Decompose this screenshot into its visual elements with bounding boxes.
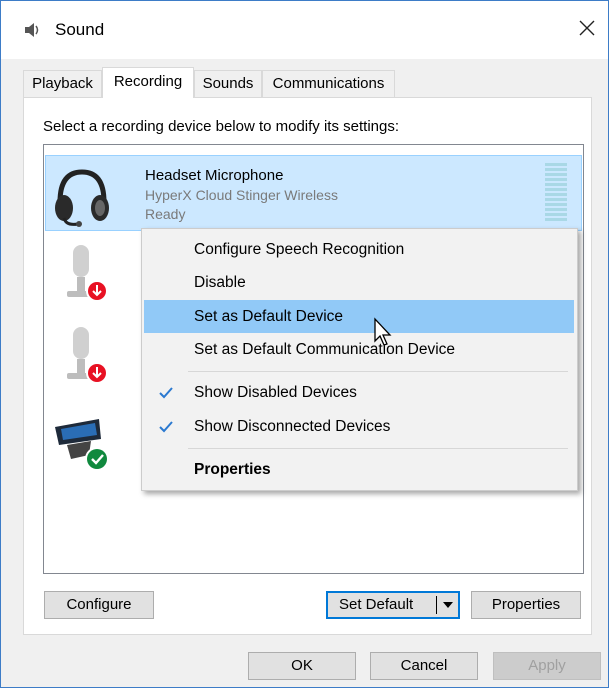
menu-item-label: Show Disabled Devices <box>194 384 357 401</box>
apply-button[interactable]: Apply <box>493 652 601 680</box>
device-name: Headset Microphone <box>145 167 284 184</box>
instruction-text: Select a recording device below to modif… <box>43 118 400 135</box>
device-row-headset[interactable]: Headset Microphone HyperX Cloud Stinger … <box>45 155 582 231</box>
title-bar: Sound <box>1 1 608 59</box>
speaker-icon <box>25 23 39 37</box>
menu-item-set-default-device[interactable]: Set as Default Device <box>144 300 574 333</box>
tab-recording[interactable]: Recording <box>102 67 194 98</box>
headset-icon <box>55 169 109 227</box>
sound-dialog: Sound Playback Recording Sounds Communic… <box>0 0 609 688</box>
menu-item-show-disabled[interactable]: Show Disabled Devices <box>144 376 574 409</box>
menu-item-set-default-communication[interactable]: Set as Default Communication Device <box>144 333 574 366</box>
close-icon[interactable] <box>576 17 598 39</box>
properties-button[interactable]: Properties <box>471 591 581 619</box>
tab-playback[interactable]: Playback <box>23 70 102 97</box>
ok-button[interactable]: OK <box>248 652 356 680</box>
microphone-disconnected-icon <box>67 245 108 302</box>
context-menu: Configure Speech Recognition Disable Set… <box>141 228 578 491</box>
level-meter <box>545 163 567 223</box>
set-default-button[interactable]: Set Default <box>326 591 460 619</box>
webcam-default-icon <box>55 419 109 471</box>
checkmark-icon <box>159 387 173 399</box>
menu-item-properties[interactable]: Properties <box>144 453 574 486</box>
menu-item-configure-speech[interactable]: Configure Speech Recognition <box>144 233 574 266</box>
cancel-button[interactable]: Cancel <box>370 652 478 680</box>
set-default-label: Set Default <box>339 596 414 613</box>
menu-separator <box>188 448 568 449</box>
tab-communications[interactable]: Communications <box>262 70 395 97</box>
window-title: Sound <box>55 20 105 39</box>
microphone-disconnected-icon <box>67 327 108 384</box>
menu-separator <box>188 371 568 372</box>
tab-sounds[interactable]: Sounds <box>194 70 262 97</box>
menu-item-disable[interactable]: Disable <box>144 266 574 299</box>
menu-item-show-disconnected[interactable]: Show Disconnected Devices <box>144 410 574 443</box>
checkmark-icon <box>159 421 173 433</box>
mouse-cursor-icon <box>374 317 392 346</box>
dropdown-arrow-icon[interactable] <box>442 600 454 610</box>
device-status: Ready <box>145 206 186 222</box>
configure-button[interactable]: Configure <box>44 591 154 619</box>
menu-item-label: Show Disconnected Devices <box>194 418 391 435</box>
split-divider <box>436 596 437 614</box>
device-description: HyperX Cloud Stinger Wireless <box>145 187 338 203</box>
